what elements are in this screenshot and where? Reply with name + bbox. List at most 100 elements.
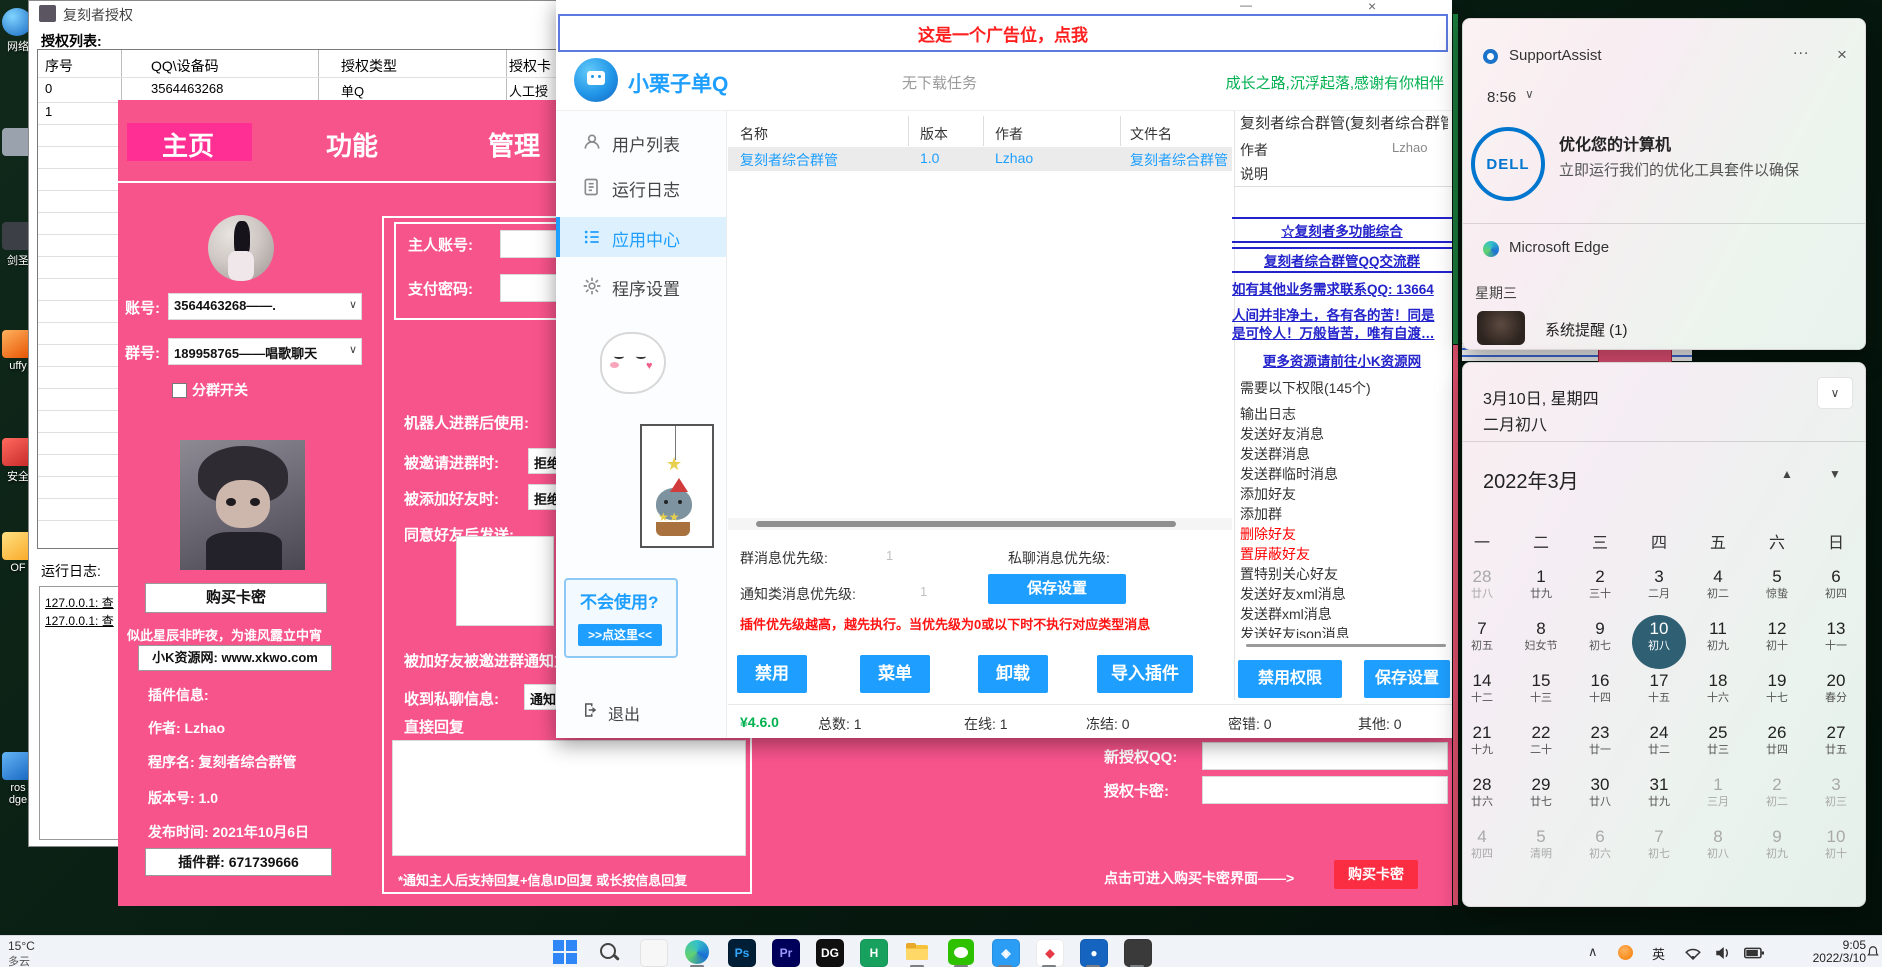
calendar-cell-27[interactable]: 27廿五: [1808, 723, 1864, 773]
calendar-cell-8[interactable]: 8妇女节: [1513, 619, 1569, 669]
calendar-cell-28[interactable]: 28廿六: [1454, 775, 1510, 825]
notification-bell-icon[interactable]: [1866, 945, 1880, 959]
calendar-cell-16[interactable]: 16十四: [1572, 671, 1628, 721]
battery-icon[interactable]: [1744, 946, 1764, 960]
calendar-cell-30[interactable]: 30廿八: [1572, 775, 1628, 825]
plugin-cell[interactable]: 1.0: [920, 150, 939, 166]
detail-link[interactable]: 更多资源请前往小K资源网: [1232, 350, 1452, 370]
sidebar-item-运行日志[interactable]: 运行日志: [556, 167, 726, 207]
calendar-cell-31[interactable]: 31廿九: [1631, 775, 1687, 825]
calendar-cell-18[interactable]: 18十六: [1690, 671, 1746, 721]
taskbar-icon-edge-browser[interactable]: [684, 939, 710, 965]
notification-close-icon[interactable]: ×: [1837, 45, 1847, 65]
calendar-cell-7[interactable]: 7初七: [1631, 827, 1687, 877]
calendar-cell-1[interactable]: 1廿九: [1513, 567, 1569, 617]
calendar-cell-15[interactable]: 15十三: [1513, 671, 1569, 721]
permission-item[interactable]: 发送群消息: [1240, 444, 1310, 464]
calendar-prev-icon[interactable]: ▲: [1781, 467, 1793, 481]
disable-permissions-button[interactable]: 禁用权限: [1238, 660, 1342, 698]
calendar-cell-20[interactable]: 20春分: [1808, 671, 1864, 721]
calendar-cell-26[interactable]: 26廿四: [1749, 723, 1805, 773]
run-log-line[interactable]: 127.0.0.1: 查: [45, 594, 114, 611]
plugin-cell[interactable]: Lzhao: [995, 150, 1033, 166]
chevron-down-icon[interactable]: ∨: [349, 298, 357, 311]
detail-link[interactable]: 复刻者综合群管QQ交流群: [1232, 247, 1452, 273]
permission-item[interactable]: 删除好友: [1240, 524, 1296, 544]
xk-site-link[interactable]: 小K资源网: www.xkwo.com: [138, 645, 332, 671]
calendar-cell-5[interactable]: 5清明: [1513, 827, 1569, 877]
detail-link[interactable]: 如有其他业务需求联系QQ: 13664: [1232, 278, 1452, 298]
new-auth-qq-input[interactable]: [1202, 742, 1448, 770]
sidebar-item-应用中心[interactable]: 应用中心: [556, 217, 726, 257]
volume-icon[interactable]: [1714, 945, 1732, 961]
permission-item[interactable]: 置屏蔽好友: [1240, 544, 1310, 564]
detail-link[interactable]: ☆复刻者多功能综合: [1232, 217, 1452, 243]
weather-widget[interactable]: 15°C 多云: [8, 939, 68, 967]
calendar-cell-19[interactable]: 19十七: [1749, 671, 1805, 721]
permission-item[interactable]: 添加好友: [1240, 484, 1296, 504]
taskbar-icon-dg-app[interactable]: DG: [816, 939, 842, 965]
tab-manage-label[interactable]: 管理: [488, 126, 540, 163]
buy-card-button[interactable]: 购买卡密: [145, 583, 327, 613]
help-box[interactable]: 不会使用? >>点这里<<: [564, 578, 678, 658]
tab-home-label[interactable]: 主页: [162, 126, 214, 163]
calendar-cell-4[interactable]: 4初四: [1454, 827, 1510, 877]
buy-card-red-button[interactable]: 购买卡密: [1334, 860, 1418, 889]
taskbar-icon-search[interactable]: [596, 939, 622, 965]
calendar-cell-13[interactable]: 13十一: [1808, 619, 1864, 669]
calendar-cell-10[interactable]: 10初八: [1631, 619, 1687, 669]
action-button-卸载[interactable]: 卸载: [978, 655, 1048, 693]
tray-security-icon[interactable]: [1618, 945, 1633, 960]
action-button-禁用[interactable]: 禁用: [737, 655, 807, 693]
split-switch-checkbox[interactable]: [172, 383, 187, 398]
taskbar-icon-anime-app[interactable]: [1124, 939, 1150, 965]
help-click-button[interactable]: >>点这里<<: [578, 624, 662, 646]
clock-widget[interactable]: 9:05 2022/3/10: [1782, 938, 1866, 966]
detail-link[interactable]: 人间并非净土，各有各的苦！同是: [1232, 304, 1452, 324]
permission-item[interactable]: 输出日志: [1240, 404, 1296, 424]
taskbar-icon-start-menu[interactable]: [552, 939, 578, 965]
action-button-导入插件[interactable]: 导入插件: [1097, 655, 1193, 693]
calendar-cell-3[interactable]: 3二月: [1631, 567, 1687, 617]
taskbar-icon-wechat[interactable]: [948, 939, 974, 965]
calendar-cell-2[interactable]: 2初二: [1749, 775, 1805, 825]
minimize-button[interactable]: —: [1240, 0, 1252, 12]
exit-button[interactable]: 退出: [582, 698, 662, 724]
ad-banner[interactable]: 这是一个广告位，点我: [558, 14, 1448, 52]
calendar-cell-22[interactable]: 22二十: [1513, 723, 1569, 773]
calendar-next-icon[interactable]: ▼: [1829, 467, 1841, 481]
taskbar-icon-file-explorer[interactable]: [904, 939, 930, 965]
calendar-cell-1[interactable]: 1三月: [1690, 775, 1746, 825]
calendar-cell-24[interactable]: 24廿二: [1631, 723, 1687, 773]
direct-reply-textarea[interactable]: [392, 740, 746, 856]
calendar-cell-17[interactable]: 17十五: [1631, 671, 1687, 721]
detail-save-button[interactable]: 保存设置: [1364, 660, 1450, 698]
calendar-cell-29[interactable]: 29廿七: [1513, 775, 1569, 825]
plugin-group-button[interactable]: 插件群: 671739666: [145, 848, 332, 876]
calendar-cell-11[interactable]: 11初九: [1690, 619, 1746, 669]
calendar-cell-21[interactable]: 21十九: [1454, 723, 1510, 773]
detail-link[interactable]: 是可怜人！万般皆苦，唯有自渡…: [1232, 322, 1452, 342]
group-combobox[interactable]: 189958765——唱歌聊天 ∨: [168, 338, 362, 365]
sidebar-item-用户列表[interactable]: 用户列表: [556, 122, 726, 162]
permissions-scrollbar[interactable]: [1246, 644, 1446, 647]
permission-item[interactable]: 添加群: [1240, 504, 1282, 524]
plugin-cell[interactable]: 复刻者综合群管: [1130, 150, 1228, 170]
taskbar-icon-red-app[interactable]: ◆: [1036, 939, 1062, 965]
permission-item[interactable]: 发送好友消息: [1240, 424, 1324, 444]
taskbar-icon-bot-app[interactable]: ◈: [992, 939, 1018, 965]
taskbar-icon-blue-app[interactable]: ●: [1080, 939, 1106, 965]
account-combobox[interactable]: 3564463268——. ∨: [168, 293, 362, 320]
tray-chevron-icon[interactable]: ∧: [1588, 944, 1598, 960]
permission-item[interactable]: 发送群临时消息: [1240, 464, 1338, 484]
taskbar-icon-photoshop[interactable]: Ps: [728, 939, 754, 965]
table-scrollbar-thumb[interactable]: [756, 521, 1176, 527]
tab-features-label[interactable]: 功能: [326, 126, 378, 163]
sidebar-item-程序设置[interactable]: 程序设置: [556, 266, 726, 306]
calendar-cell-6[interactable]: 6初四: [1808, 567, 1864, 617]
calendar-cell-9[interactable]: 9初七: [1572, 619, 1628, 669]
calendar-collapse-button[interactable]: ∨: [1817, 377, 1853, 409]
taskbar-icon-widgets-app[interactable]: [640, 939, 666, 965]
notice-priority-value[interactable]: 1: [920, 584, 927, 599]
calendar-cell-5[interactable]: 5惊蛰: [1749, 567, 1805, 617]
